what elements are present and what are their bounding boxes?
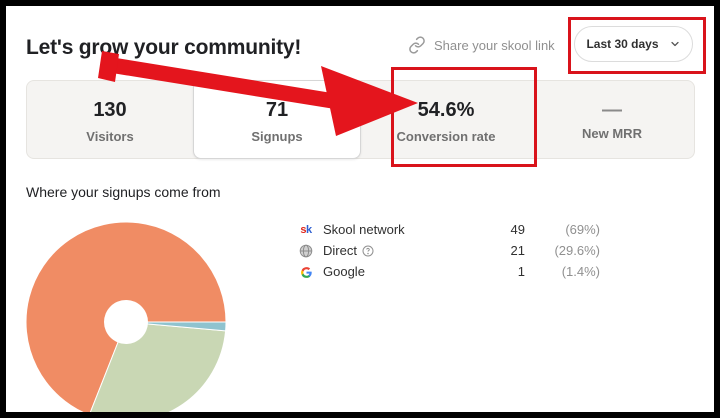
- annotation-box-date-range: [568, 17, 706, 74]
- legend-row-google: Google 1 (1.4%): [298, 262, 600, 283]
- legend-count: 1: [517, 264, 525, 279]
- link-icon: [409, 36, 425, 54]
- stat-signups-value: 71: [265, 99, 289, 121]
- legend-label: Direct: [323, 243, 357, 258]
- share-link-label: Share your skool link: [434, 37, 555, 53]
- globe-icon: [298, 243, 314, 259]
- pie-center-hole: [104, 300, 148, 344]
- stats-bar: 130 Visitors 71 Signups 54.6% Conversion…: [26, 80, 695, 159]
- legend-count: 21: [510, 243, 525, 258]
- page-title: Let's grow your community!: [26, 36, 302, 59]
- signup-sources-title: Where your signups come from: [26, 184, 221, 200]
- stat-signups-label: Signups: [251, 129, 303, 144]
- legend-row-direct: Direct 21 (29.6%): [298, 241, 600, 262]
- stat-visitors-value: 130: [93, 99, 127, 121]
- legend-percent: (1.4%): [561, 264, 600, 279]
- legend-row-skool-network: sk Skool network 49 (69%): [298, 220, 600, 241]
- signup-sources-pie-chart: [26, 221, 227, 412]
- legend-percent: (29.6%): [554, 243, 600, 258]
- legend-label: Google: [323, 264, 365, 279]
- help-circle-icon[interactable]: [362, 245, 374, 257]
- stat-new-mrr[interactable]: — New MRR: [529, 81, 695, 158]
- legend-label: Skool network: [323, 222, 405, 237]
- signup-sources-legend: sk Skool network 49 (69%) Direct 21 (29.…: [298, 220, 600, 283]
- stat-new-mrr-label: New MRR: [582, 126, 642, 141]
- legend-count: 49: [510, 222, 525, 237]
- stat-visitors[interactable]: 130 Visitors: [27, 81, 193, 158]
- stat-visitors-label: Visitors: [86, 129, 134, 144]
- stat-new-mrr-value: —: [602, 99, 622, 121]
- google-g-icon: [298, 264, 314, 280]
- dashboard-panel: Let's grow your community! Share your sk…: [6, 6, 714, 412]
- annotation-box-conversion: [391, 67, 537, 167]
- legend-percent: (69%): [565, 222, 600, 237]
- share-link-button[interactable]: Share your skool link: [408, 36, 555, 54]
- stat-signups[interactable]: 71 Signups: [193, 80, 361, 159]
- skool-logo-icon: sk: [300, 224, 312, 236]
